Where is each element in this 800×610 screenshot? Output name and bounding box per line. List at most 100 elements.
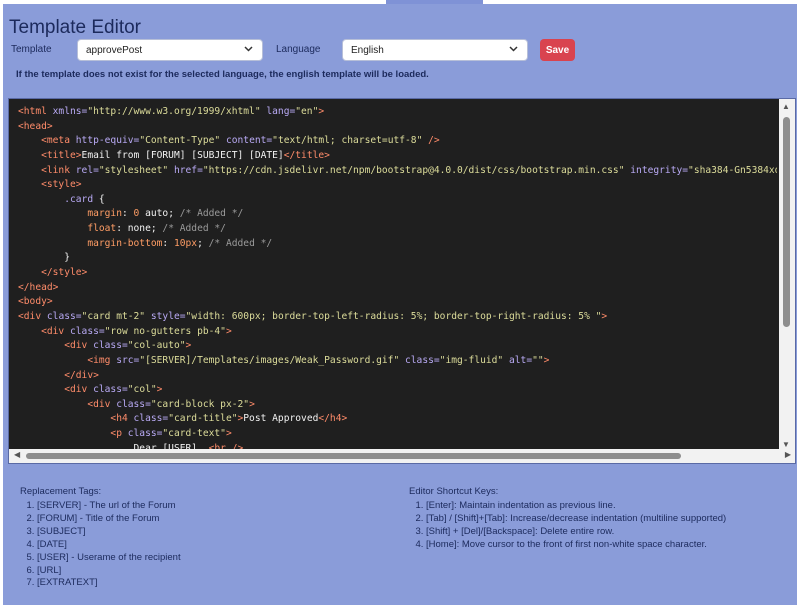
code-line[interactable]: .card { — [18, 193, 777, 208]
vertical-scrollbar[interactable]: ▲ ▼ — [779, 99, 795, 451]
list-item: [URL] — [37, 565, 181, 578]
list-item: [USER] - Userame of the recipient — [37, 552, 181, 565]
code-line[interactable]: float: none; /* Added */ — [18, 222, 777, 237]
code-line[interactable]: <img src="[SERVER]/Templates/images/Weak… — [18, 354, 777, 369]
code-token: class= — [93, 384, 128, 396]
code-token: 10px — [173, 237, 198, 249]
code-token: ; — [197, 237, 209, 249]
save-button[interactable]: Save — [540, 39, 575, 61]
code-token: src= — [116, 354, 140, 366]
code-token: "col-auto" — [127, 340, 186, 352]
code-token: Email from [FORUM] [SUBJECT] [DATE] — [81, 149, 284, 161]
code-token: class= — [46, 310, 82, 322]
code-token: margin-bottom — [87, 237, 163, 249]
code-token: <link — [41, 164, 76, 176]
code-line[interactable]: <p class="card-text"> — [18, 427, 777, 442]
code-token: > — [318, 106, 325, 117]
list-item: [DATE] — [37, 539, 181, 552]
arrow-up-icon[interactable]: ▲ — [782, 102, 790, 111]
code-line[interactable]: <html xmlns="http://www.w3.org/1999/xhtm… — [18, 105, 777, 120]
horizontal-scrollbar-thumb[interactable] — [26, 453, 681, 459]
code-line[interactable]: <div class="card mt-2" style="width: 600… — [18, 310, 777, 325]
code-token: </style> — [41, 267, 88, 279]
code-line[interactable]: </div> — [18, 369, 777, 384]
code-token: > — [543, 354, 550, 366]
code-token: </h4> — [318, 413, 348, 425]
code-line[interactable]: <style> — [18, 178, 777, 193]
code-line[interactable]: <body> — [18, 295, 777, 310]
code-line[interactable]: <div class="col-auto"> — [18, 339, 777, 354]
vertical-scrollbar-thumb[interactable] — [783, 117, 790, 327]
arrow-left-icon[interactable]: ◀ — [14, 450, 20, 459]
code-token: <h4 — [110, 413, 134, 425]
code-token: class= — [133, 413, 169, 425]
code-line[interactable]: <div class="card-block px-2"> — [18, 398, 777, 413]
code-line[interactable]: <div class="col"> — [18, 383, 777, 398]
code-token: "card mt-2" — [81, 310, 146, 322]
code-token: margin — [87, 208, 122, 220]
code-line[interactable]: <head> — [18, 120, 777, 135]
code-token: "width: 600px; border-top-left-radius: 5… — [185, 310, 602, 322]
code-editor-content[interactable]: <html xmlns="http://www.w3.org/1999/xhtm… — [18, 105, 777, 449]
code-token: </title> — [283, 149, 330, 161]
code-token: .card — [64, 193, 94, 205]
shortcut-keys-list: [Enter]: Maintain indentation as previou… — [409, 500, 726, 552]
code-line[interactable]: <div class="row no-gutters pb-4"> — [18, 325, 777, 340]
code-token: rel= — [75, 164, 99, 176]
horizontal-scrollbar[interactable]: ◀ ▶ — [9, 449, 795, 463]
code-line[interactable]: Dear [USER], <br /> — [18, 442, 777, 449]
code-token: "card-title" — [168, 413, 238, 425]
code-line[interactable]: margin: 0 auto; /* Added */ — [18, 207, 777, 222]
list-item: [Enter]: Maintain indentation as previou… — [426, 500, 726, 513]
code-line[interactable]: <link rel="stylesheet" href="https://cdn… — [18, 164, 777, 179]
arrow-down-icon[interactable]: ▼ — [782, 440, 790, 449]
code-token: <style> — [41, 179, 82, 191]
code-token: "row no-gutters pb-4" — [104, 325, 226, 337]
code-token: <img — [87, 354, 117, 366]
template-select-value: approvePost — [86, 45, 143, 56]
code-token: integrity= — [624, 164, 689, 176]
code-token: /* Added */ — [162, 223, 226, 235]
code-token: class= — [127, 428, 163, 440]
code-token: > — [225, 325, 232, 337]
code-line[interactable]: } — [18, 251, 777, 266]
code-token: <head> — [18, 120, 53, 132]
language-select[interactable]: English — [342, 39, 528, 61]
code-line[interactable]: </style> — [18, 266, 777, 281]
code-line[interactable]: <title>Email from [FORUM] [SUBJECT] [DAT… — [18, 149, 777, 164]
code-token: "en" — [295, 106, 319, 117]
list-item: [EXTRATEXT] — [37, 577, 181, 590]
code-line[interactable]: margin-bottom: 10px; /* Added */ — [18, 237, 777, 252]
code-token: <div — [41, 325, 70, 337]
code-token: class= — [93, 340, 128, 352]
code-editor[interactable]: <html xmlns="http://www.w3.org/1999/xhtm… — [8, 98, 796, 464]
code-token: <div — [87, 398, 117, 410]
code-token: "card-block px-2" — [150, 398, 250, 410]
code-token: Post Approved — [243, 413, 319, 425]
arrow-right-icon[interactable]: ▶ — [785, 450, 791, 459]
code-token: style= — [145, 310, 186, 322]
code-line[interactable]: <h4 class="card-title">Post Approved</h4… — [18, 412, 777, 427]
code-token: /* Added */ — [179, 208, 244, 220]
template-select[interactable]: approvePost — [77, 39, 263, 61]
code-token: : — [121, 208, 134, 220]
code-token: <div — [64, 340, 94, 352]
code-token: <p — [110, 428, 128, 440]
code-token: /* Added */ — [208, 237, 273, 249]
code-token: xmlns= — [52, 106, 88, 117]
chevron-down-icon — [243, 43, 254, 57]
code-token: > — [249, 398, 255, 410]
language-select-value: English — [351, 45, 384, 56]
code-token: { — [93, 193, 105, 205]
code-line[interactable]: </head> — [18, 281, 777, 296]
template-label: Template — [11, 44, 52, 55]
code-line[interactable]: <meta http-equiv="Content-Type" content=… — [18, 134, 777, 149]
